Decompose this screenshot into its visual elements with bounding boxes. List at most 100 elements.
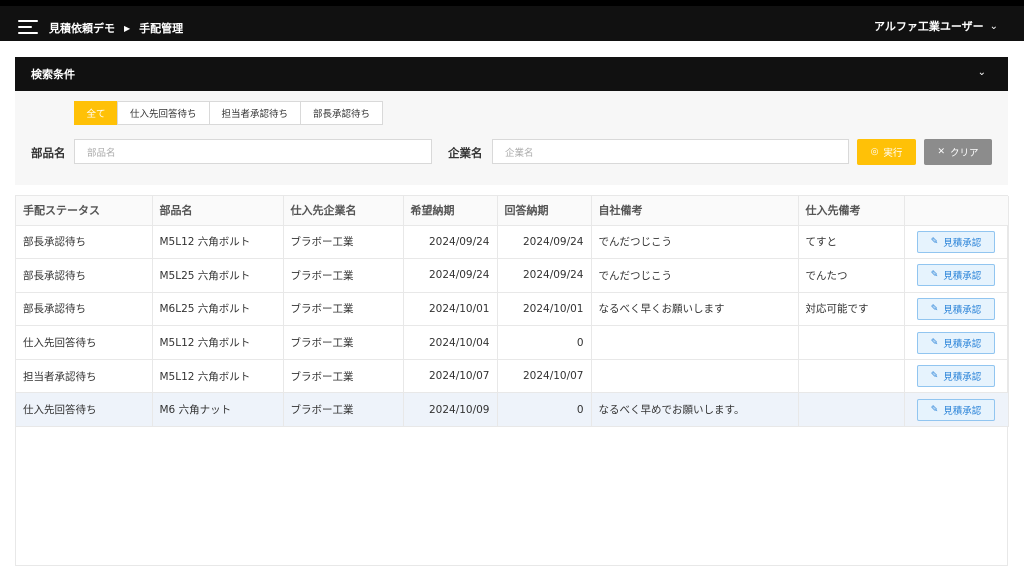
edit-icon: ✎	[930, 236, 939, 247]
table-cell: 部長承認待ち	[16, 225, 153, 260]
table-cell: 部長承認待ち	[16, 292, 153, 327]
table-cell: 2024/09/24	[403, 258, 498, 293]
table-cell: M5L12 六角ボルト	[152, 359, 284, 394]
run-button[interactable]: ◎ 実行	[857, 139, 916, 165]
table-row[interactable]: 担当者承認待ち M5L12 六角ボルト ブラボー工業 2024/10/07 2024/1…	[16, 359, 1009, 394]
estimate-approve-button[interactable]: ✎ 見積承認	[917, 331, 995, 354]
table-cell: 2024/10/09	[403, 392, 498, 428]
column-header[interactable]: 手配ステータス	[16, 196, 153, 226]
run-button-label: 実行	[883, 148, 903, 159]
column-header[interactable]: 自社備考	[591, 196, 799, 226]
edit-icon: ✎	[930, 270, 939, 281]
estimate-approve-label: 見積承認	[943, 405, 982, 417]
table-cell-action: ✎ 見積承認	[904, 258, 1009, 293]
edit-icon: ✎	[930, 303, 939, 314]
chevron-down-icon[interactable]: ⌄	[978, 67, 986, 78]
table-cell: 2024/10/07	[497, 359, 592, 394]
table-cell	[798, 392, 905, 428]
estimate-approve-label: 見積承認	[943, 372, 982, 384]
table-cell: ブラボー工業	[283, 292, 404, 327]
hamburger-menu-icon[interactable]	[18, 19, 38, 35]
table-cell-action: ✎ 見積承認	[904, 325, 1009, 360]
column-header[interactable]: 希望納期	[403, 196, 498, 226]
table-cell: ブラボー工業	[283, 225, 404, 260]
estimate-approve-button[interactable]: ✎ 見積承認	[917, 230, 995, 253]
table-cell	[591, 325, 799, 360]
breadcrumb: 見積依頼デモ ▶ 手配管理	[49, 20, 183, 36]
chevron-right-icon: ▶	[124, 23, 131, 33]
tab-manager-approval[interactable]: 部長承認待ち	[300, 101, 384, 125]
user-name: アルファ工業ユーザー	[873, 20, 984, 33]
table-row[interactable]: 仕入先回答待ち M5L12 六角ボルト ブラボー工業 2024/10/04 0 ✎ 見積承認	[16, 325, 1009, 360]
table-cell: M5L25 六角ボルト	[152, 258, 284, 293]
status-tabs: 全て 仕入先回答待ち 担当者承認待ち 部長承認待ち	[74, 101, 384, 125]
part-name-input[interactable]: 部品名	[74, 139, 432, 164]
table-header-row: 手配ステータス 部品名 仕入先企業名 希望納期 回答納期 自社備考 仕入先備考	[16, 196, 1009, 226]
table-cell: M6 六角ナット	[152, 392, 284, 428]
table-cell-action: ✎ 見積承認	[904, 292, 1009, 327]
table-cell: 2024/09/24	[497, 258, 592, 293]
table-cell: 担当者承認待ち	[16, 359, 153, 394]
table-cell-action: ✎ 見積承認	[904, 359, 1009, 394]
table-cell: ブラボー工業	[283, 258, 404, 293]
tab-staff-approval[interactable]: 担当者承認待ち	[208, 101, 302, 125]
table-cell: 2024/09/24	[403, 225, 498, 260]
table-cell	[798, 359, 905, 394]
table-cell: 0	[497, 325, 592, 360]
clear-button[interactable]: ✕ クリア	[924, 139, 992, 165]
tab-all[interactable]: 全て	[74, 101, 118, 125]
tab-supplier-waiting[interactable]: 仕入先回答待ち	[117, 101, 210, 125]
part-name-label: 部品名	[31, 146, 66, 160]
table-cell: M5L12 六角ボルト	[152, 225, 284, 260]
clear-button-label: クリア	[950, 148, 979, 159]
column-header[interactable]: 回答納期	[497, 196, 592, 226]
table-cell-action: ✎ 見積承認	[904, 225, 1009, 260]
breadcrumb-item-page: 手配管理	[139, 22, 184, 35]
column-header[interactable]: 仕入先企業名	[283, 196, 404, 226]
table-cell: でんだつじこう	[591, 225, 799, 260]
table-row[interactable]: 部長承認待ち M5L12 六角ボルト ブラボー工業 2024/09/24 2024/09…	[16, 225, 1009, 260]
table-cell: 2024/10/07	[403, 359, 498, 394]
table-cell	[591, 359, 799, 394]
table-cell: 仕入先回答待ち	[16, 325, 153, 360]
table-cell-action: ✎ 見積承認	[904, 392, 1009, 428]
table-row[interactable]: 仕入先回答待ち M6 六角ナット ブラボー工業 2024/10/09 0 なるべく早めでお…	[16, 392, 1009, 428]
table-cell: でんたつ	[798, 258, 905, 293]
column-header[interactable]: 部品名	[152, 196, 284, 226]
breadcrumb-item-app[interactable]: 見積依頼デモ	[49, 20, 115, 36]
estimate-approve-button[interactable]: ✎ 見積承認	[917, 297, 995, 320]
table-cell: なるべく早くお願いします	[591, 292, 799, 327]
user-menu[interactable]: アルファ工業ユーザー ⌄	[874, 18, 998, 34]
table-cell: ブラボー工業	[283, 325, 404, 360]
table-row[interactable]: 部長承認待ち M5L25 六角ボルト ブラボー工業 2024/09/24 2024/09…	[16, 258, 1009, 293]
table-cell: M5L12 六角ボルト	[152, 325, 284, 360]
table-cell: ブラボー工業	[283, 359, 404, 394]
company-name-label: 企業名	[448, 146, 483, 160]
table-cell: てすと	[798, 225, 905, 260]
estimate-approve-button[interactable]: ✎ 見積承認	[917, 365, 995, 388]
results-table: 手配ステータス 部品名 仕入先企業名 希望納期 回答納期 自社備考 仕入先備考 …	[15, 195, 1009, 566]
estimate-approve-label: 見積承認	[943, 338, 982, 350]
table-cell: なるべく早めでお願いします。	[591, 392, 799, 428]
estimate-approve-button[interactable]: ✎ 見積承認	[917, 398, 995, 421]
table-cell	[798, 325, 905, 360]
table-cell: ブラボー工業	[283, 392, 404, 428]
search-panel-header[interactable]: 検索条件 ⌄	[15, 57, 1008, 91]
column-header[interactable]: 仕入先備考	[798, 196, 905, 226]
estimate-approve-label: 見積承認	[943, 271, 982, 283]
edit-icon: ✎	[930, 337, 939, 348]
edit-icon: ✎	[930, 371, 939, 382]
top-bar: 見積依頼デモ ▶ 手配管理 アルファ工業ユーザー ⌄	[0, 0, 1024, 41]
estimate-approve-button[interactable]: ✎ 見積承認	[917, 264, 995, 287]
close-icon: ✕	[937, 147, 946, 157]
play-circle-icon: ◎	[870, 147, 879, 157]
edit-icon: ✎	[930, 404, 939, 415]
company-name-input[interactable]: 企業名	[492, 139, 849, 164]
estimate-approve-label: 見積承認	[943, 304, 982, 316]
estimate-approve-label: 見積承認	[943, 237, 982, 249]
column-header	[904, 196, 1009, 226]
table-cell: 0	[497, 392, 592, 428]
table-row[interactable]: 部長承認待ち M6L25 六角ボルト ブラボー工業 2024/10/01 2024/10…	[16, 292, 1009, 327]
table-cell: でんだつじこう	[591, 258, 799, 293]
chevron-down-icon: ⌄	[989, 20, 998, 32]
